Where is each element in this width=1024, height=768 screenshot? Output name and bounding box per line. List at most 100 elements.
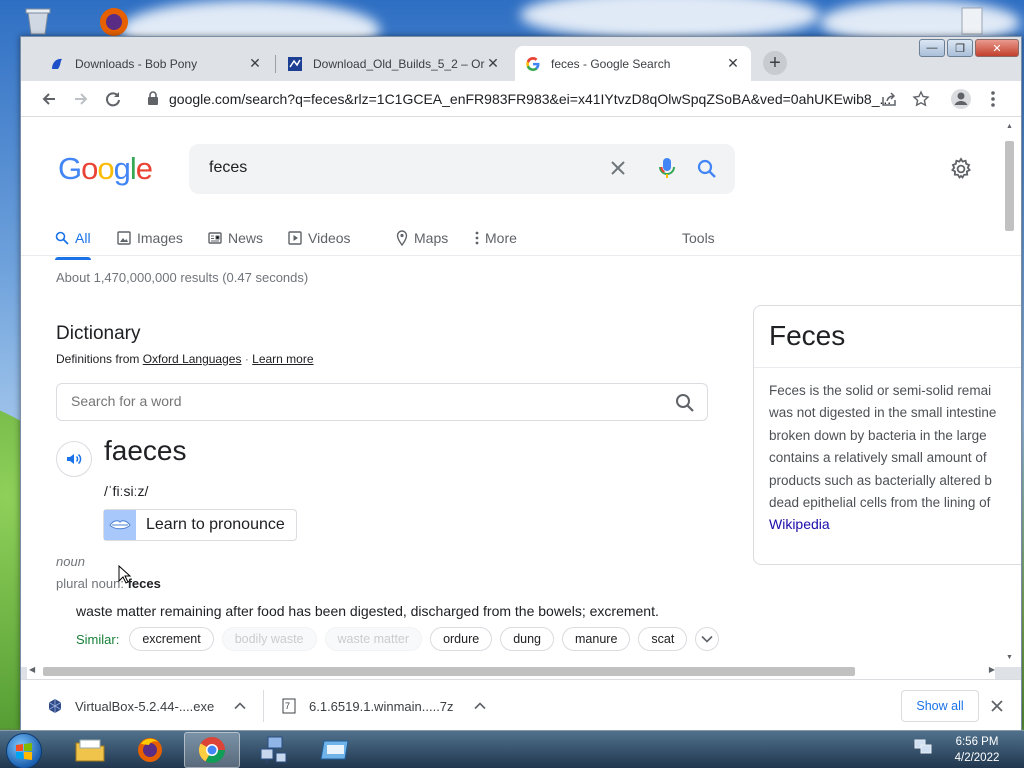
reload-button[interactable] [101, 87, 125, 111]
dictionary-source-line: Definitions from Oxford Languages · Lear… [56, 352, 314, 366]
similar-words-row: Similar: excrement bodily waste waste ma… [76, 627, 720, 651]
browser-toolbar: google.com/search?q=feces&rlz=1C1GCEA_en… [21, 81, 1021, 117]
description-line: products such as bacterially altered b [769, 472, 992, 488]
nav-tab-news[interactable]: News [208, 223, 263, 253]
microphone-icon[interactable] [659, 157, 675, 184]
word-search-field[interactable] [56, 383, 708, 421]
profile-avatar[interactable] [949, 87, 973, 111]
close-window-button[interactable]: ✕ [975, 39, 1019, 57]
download-item-virtualbox[interactable]: VirtualBox-5.2.44-....exe [45, 680, 246, 732]
search-box[interactable]: feces [189, 144, 735, 194]
mouse-pointer-icon [118, 564, 132, 590]
nav-tab-all[interactable]: All [55, 223, 91, 260]
dictionary-heading: Dictionary [56, 323, 141, 344]
plural-label: plural noun: [56, 576, 124, 591]
horizontal-scrollbar[interactable]: ◀ ▶ [27, 663, 995, 679]
wikipedia-link[interactable]: Wikipedia [769, 516, 830, 532]
expand-similar-button[interactable] [695, 627, 720, 651]
vertical-scroll-thumb[interactable] [1005, 141, 1014, 231]
taskbar-file-explorer[interactable] [62, 732, 118, 768]
scroll-up-arrow-icon[interactable]: ▲ [1006, 123, 1013, 130]
address-bar[interactable]: google.com/search?q=feces&rlz=1C1GCEA_en… [143, 85, 943, 113]
lock-icon[interactable] [147, 91, 159, 110]
chevron-up-icon[interactable] [473, 702, 486, 710]
tools-button[interactable]: Tools [682, 223, 715, 253]
maximize-button[interactable]: ❐ [947, 39, 973, 57]
taskbar-firefox[interactable] [122, 732, 178, 768]
start-button[interactable] [6, 733, 42, 768]
similar-chip[interactable]: manure [562, 627, 631, 651]
similar-chip[interactable]: scat [638, 627, 688, 651]
close-tab-icon[interactable]: ✕ [725, 55, 741, 72]
description-line: dead epithelial cells from the lining of [769, 495, 991, 511]
page-favicon-icon [287, 56, 303, 72]
nav-tab-videos[interactable]: Videos [288, 223, 351, 253]
nav-tab-label: Maps [414, 230, 449, 246]
search-icon[interactable] [697, 159, 717, 184]
plural-word: feces [127, 576, 161, 591]
download-item-winmain[interactable]: 7 6.1.6519.1.winmain.....7z [279, 680, 486, 732]
nav-tab-label: All [75, 230, 91, 246]
scroll-left-arrow-icon[interactable]: ◀ [29, 665, 35, 674]
result-stats: About 1,470,000,000 results (0.47 second… [56, 270, 309, 285]
share-icon[interactable] [877, 87, 901, 111]
show-all-downloads-button[interactable]: Show all [901, 690, 979, 722]
chevron-down-icon [701, 635, 713, 643]
back-button[interactable] [37, 87, 61, 111]
forward-button[interactable] [69, 87, 93, 111]
menu-kebab-icon[interactable] [981, 87, 1005, 111]
network-tray-icon[interactable] [914, 739, 932, 760]
learn-to-pronounce-button[interactable]: Learn to pronounce [103, 509, 297, 541]
similar-chip[interactable]: excrement [129, 627, 214, 651]
svg-text:7: 7 [285, 701, 290, 711]
scroll-down-arrow-icon[interactable]: ▼ [1006, 654, 1013, 661]
url-text: google.com/search?q=feces&rlz=1C1GCEA_en… [169, 91, 892, 107]
similar-chip[interactable]: ordure [430, 627, 493, 651]
close-tab-icon[interactable]: ✕ [247, 55, 263, 72]
system-clock[interactable]: 6:56 PM 4/2/2022 [946, 734, 1008, 766]
vertical-scrollbar[interactable]: ▲ ▼ [1002, 121, 1017, 661]
new-tab-button[interactable]: + [763, 51, 787, 75]
chevron-up-icon[interactable] [234, 702, 246, 710]
search-icon[interactable] [675, 393, 695, 418]
similar-chip[interactable]: dung [500, 627, 555, 651]
word-search-input[interactable] [71, 393, 651, 409]
nav-tab-label: More [485, 230, 517, 246]
nav-tab-images[interactable]: Images [117, 223, 183, 253]
tab-divider [275, 55, 276, 73]
close-download-shelf-icon[interactable] [987, 696, 1007, 716]
scroll-right-arrow-icon[interactable]: ▶ [989, 665, 995, 674]
nav-divider [21, 255, 1021, 256]
taskbar-virtualbox[interactable] [308, 732, 364, 768]
similar-chip[interactable]: bodily waste [221, 627, 317, 651]
tab-google-search[interactable]: feces - Google Search ✕ [515, 46, 751, 81]
taskbar-network-app[interactable] [246, 732, 302, 768]
oxford-languages-link[interactable]: Oxford Languages [143, 352, 242, 366]
tab-bob-pony[interactable]: Downloads - Bob Pony ✕ [39, 46, 273, 81]
firefox-desktop-icon[interactable] [94, 4, 134, 40]
headword: faeces [104, 435, 187, 466]
nav-tab-maps[interactable]: Maps [396, 223, 448, 253]
settings-gear-icon[interactable] [949, 157, 973, 186]
download-filename: VirtualBox-5.2.44-....exe [75, 698, 215, 714]
play-pronunciation-button[interactable] [56, 441, 92, 477]
similar-chip[interactable]: waste matter [324, 627, 423, 651]
nav-tab-more[interactable]: More [475, 223, 517, 253]
google-logo[interactable]: Google [58, 151, 153, 187]
taskbar-chrome[interactable] [184, 732, 240, 768]
horizontal-scroll-thumb[interactable] [43, 667, 855, 676]
minimize-button[interactable]: — [919, 39, 945, 57]
computer-network-icon [260, 736, 287, 763]
tab-old-builds[interactable]: Download_Old_Builds_5_2 – Ora ✕ [277, 46, 511, 81]
window-app-icon [320, 740, 349, 760]
learn-more-link[interactable]: Learn more [252, 352, 313, 366]
close-tab-icon[interactable]: ✕ [485, 55, 501, 72]
tab-title: Download_Old_Builds_5_2 – Ora [313, 56, 485, 71]
search-query[interactable]: feces [209, 159, 247, 177]
clear-search-icon[interactable] [609, 159, 627, 182]
search-nav-tabs: All Images News Videos Maps More Tools [55, 223, 1015, 263]
bookmark-star-icon[interactable] [909, 87, 933, 111]
learn-to-pronounce-label: Learn to pronounce [146, 516, 285, 533]
more-vertical-icon [475, 231, 479, 245]
search-icon [55, 231, 69, 245]
